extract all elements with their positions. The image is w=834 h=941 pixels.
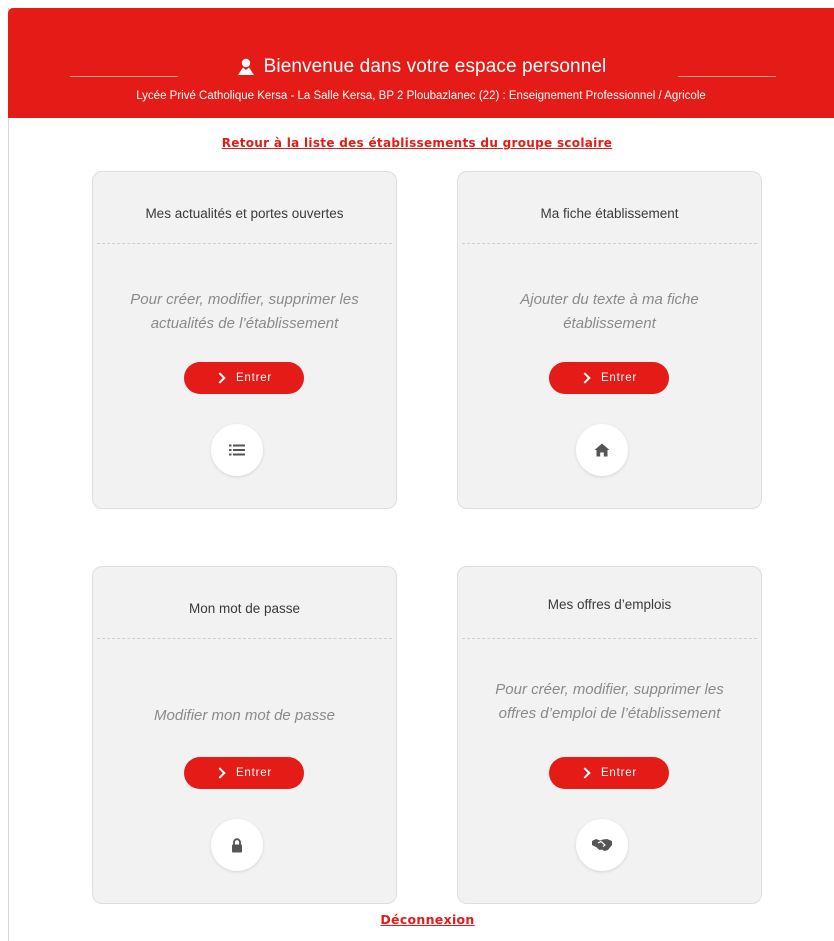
card-divider — [97, 243, 392, 244]
card-password: Mon mot de passe Modifier mon mot de pas… — [92, 566, 397, 904]
card-title: Mon mot de passe — [188, 601, 301, 616]
chevron-right-icon — [579, 372, 591, 384]
card-divider — [97, 638, 392, 639]
card-description: Ajouter du texte à ma fiche établissemen… — [468, 288, 751, 336]
card-news: Mes actualités et portes ouvertes Pour c… — [92, 171, 397, 509]
page-title: Bienvenue dans votre espace personnel — [263, 56, 607, 77]
card-title: Mes offres d’emplois — [547, 597, 672, 612]
enter-job-offers-button[interactable]: Entrer — [549, 757, 669, 789]
user-icon — [236, 58, 256, 76]
back-to-group-link[interactable]: Retour à la liste des établissements du … — [0, 136, 834, 150]
enter-password-button[interactable]: Entrer — [184, 757, 304, 789]
enter-establishment-sheet-button[interactable]: Entrer — [549, 362, 669, 394]
card-divider — [462, 243, 757, 244]
header-title-row: Bienvenue dans votre espace personnel — [8, 56, 834, 78]
card-job-offers: Mes offres d’emplois Pour créer, modifie… — [457, 566, 762, 904]
chevron-right-icon — [579, 767, 591, 779]
list-icon — [211, 424, 263, 476]
establishment-subtitle: Lycée Privé Catholique Kersa - La Salle … — [136, 90, 706, 102]
card-establishment-sheet: Ma fiche établissement Ajouter du texte … — [457, 171, 762, 509]
card-description-line: Pour créer, modifier, supprimer les — [495, 681, 724, 698]
button-label: Entrer — [235, 372, 273, 384]
button-label: Entrer — [600, 767, 638, 779]
logout-link[interactable]: Déconnexion — [0, 912, 834, 927]
chevron-right-icon — [214, 767, 226, 779]
card-description: Modifier mon mot de passe — [103, 704, 386, 728]
handshake-icon — [576, 819, 628, 871]
card-description-line: Pour créer, modifier, supprimer les — [130, 291, 359, 308]
card-description-line: Modifier mon mot de passe — [154, 707, 335, 724]
button-label: Entrer — [600, 372, 638, 384]
card-divider — [462, 638, 757, 639]
home-icon — [576, 424, 628, 476]
card-description-line: Ajouter du texte à ma fiche — [520, 291, 699, 308]
card-description-line: établissement — [563, 315, 656, 332]
card-title: Ma fiche établissement — [540, 206, 679, 221]
enter-news-button[interactable]: Entrer — [184, 362, 304, 394]
card-description: Pour créer, modifier, supprimer les offr… — [468, 678, 751, 726]
chevron-right-icon — [214, 372, 226, 384]
card-description: Pour créer, modifier, supprimer les actu… — [103, 288, 386, 336]
welcome-header: Bienvenue dans votre espace personnel Ly… — [8, 8, 834, 118]
card-description-line: actualités de l’établissement — [150, 315, 339, 332]
card-description-line: offres d’emploi de l’établissement — [498, 705, 721, 722]
button-label: Entrer — [235, 767, 273, 779]
card-title: Mes actualités et portes ouvertes — [145, 206, 344, 221]
lock-icon — [211, 819, 263, 871]
